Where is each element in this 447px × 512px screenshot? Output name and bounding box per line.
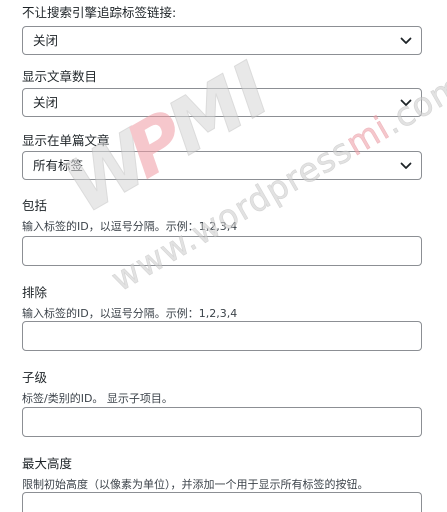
include-field: 包括 输入标签的ID，以逗号分隔。示例：1,2,3,4 <box>22 198 424 234</box>
exclude-description: 输入标签的ID，以逗号分隔。示例：1,2,3,4 <box>22 307 424 321</box>
show-count-selected-value: 关闭 <box>33 95 58 111</box>
nofollow-select[interactable]: 关闭 <box>22 26 422 55</box>
exclude-label: 排除 <box>22 285 424 301</box>
max-height-description: 限制初始高度（以像素为单位），并添加一个用于显示所有标签的按钮。 <box>22 478 424 492</box>
child-of-field: 子级 标签/类别的ID。 显示子项目。 <box>22 370 424 406</box>
max-height-label: 最大高度 <box>22 456 424 472</box>
exclude-field: 排除 输入标签的ID，以逗号分隔。示例：1,2,3,4 <box>22 285 424 321</box>
include-input[interactable] <box>22 236 422 266</box>
show-count-label: 显示文章数目 <box>22 69 424 85</box>
show-on-single-selected-value: 所有标签 <box>33 158 83 174</box>
show-count-select[interactable]: 关闭 <box>22 88 422 117</box>
chevron-down-icon <box>400 98 412 108</box>
child-of-input[interactable] <box>22 407 422 437</box>
nofollow-label: 不让搜索引擎追踪标签链接: <box>22 5 424 21</box>
max-height-field: 最大高度 限制初始高度（以像素为单位），并添加一个用于显示所有标签的按钮。 <box>22 456 424 492</box>
show-on-single-label: 显示在单篇文章 <box>22 133 424 149</box>
include-label: 包括 <box>22 198 424 214</box>
nofollow-selected-value: 关闭 <box>33 33 58 49</box>
child-of-label: 子级 <box>22 370 424 386</box>
max-height-input[interactable] <box>22 492 422 512</box>
show-count-field: 显示文章数目 关闭 <box>22 69 424 85</box>
nofollow-field: 不让搜索引擎追踪标签链接: 关闭 <box>22 5 424 21</box>
chevron-down-icon <box>400 36 412 46</box>
child-of-description: 标签/类别的ID。 显示子项目。 <box>22 392 424 406</box>
exclude-input[interactable] <box>22 321 422 351</box>
chevron-down-icon <box>400 161 412 171</box>
show-on-single-field: 显示在单篇文章 所有标签 <box>22 133 424 149</box>
include-description: 输入标签的ID，以逗号分隔。示例：1,2,3,4 <box>22 220 424 234</box>
show-on-single-select[interactable]: 所有标签 <box>22 151 422 180</box>
